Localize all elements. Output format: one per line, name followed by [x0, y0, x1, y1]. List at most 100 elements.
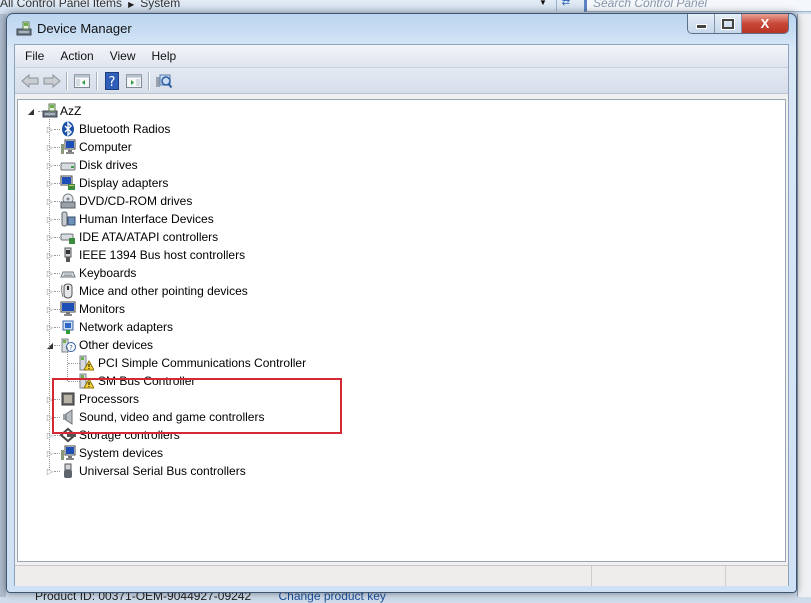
show-hide-action-pane-button[interactable] — [123, 70, 145, 92]
tree-node-root[interactable]: ◢ AzZ — [18, 102, 778, 120]
tree-node-label[interactable]: DVD/CD-ROM drives — [79, 192, 192, 210]
tree-node-label[interactable]: IDE ATA/ATAPI controllers — [79, 228, 218, 246]
expand-arrow-icon[interactable]: ▷ — [46, 323, 54, 332]
breadcrumb-separator-icon[interactable]: ▶ — [128, 0, 134, 9]
computer-icon — [60, 139, 76, 155]
show-hide-console-tree-button[interactable] — [71, 70, 93, 92]
tree-node-category[interactable]: ▷ Universal Serial Bus controllers — [18, 462, 778, 480]
toolbar: ? — [15, 68, 788, 94]
expand-arrow-icon[interactable]: ▷ — [46, 287, 54, 296]
tree-node-label[interactable]: Human Interface Devices — [79, 210, 214, 228]
tree-node-device[interactable]: PCI Simple Communications Controller — [18, 354, 778, 372]
tree-connector-line — [67, 347, 68, 381]
tree-node-category[interactable]: ▷ Mice and other pointing devices — [18, 282, 778, 300]
title-bar[interactable]: Device Manager X — [7, 14, 796, 44]
toolbar-separator — [96, 71, 98, 90]
tree-node-category[interactable]: ▷ Bluetooth Radios — [18, 120, 778, 138]
tree-node-label[interactable]: Disk drives — [79, 156, 138, 174]
status-bar — [15, 565, 788, 586]
status-pane — [15, 566, 592, 586]
usb-icon — [60, 463, 76, 479]
tree-node-category[interactable]: ▷ Monitors — [18, 300, 778, 318]
close-icon: X — [760, 16, 770, 31]
expand-arrow-icon[interactable]: ▷ — [46, 143, 54, 152]
bluetooth-icon — [60, 121, 76, 137]
tree-node-category[interactable]: ▷ Keyboards — [18, 264, 778, 282]
hid-icon — [60, 211, 76, 227]
firewire-icon — [60, 247, 76, 263]
tree-node-category[interactable]: ▷ Disk drives — [18, 156, 778, 174]
display-adapter-icon — [60, 175, 76, 191]
back-arrow-icon — [21, 73, 39, 88]
background-window-edge — [797, 14, 811, 597]
device-tree[interactable]: ◢ AzZ ▷ Bluetooth Radios ▷ Computer ▷ Disk driv… — [17, 99, 786, 562]
tree-node-label[interactable]: Display adapters — [79, 174, 168, 192]
monitor-icon — [60, 301, 76, 317]
tree-node-category[interactable]: ▷ Human Interface Devices — [18, 210, 778, 228]
annotation-highlight-box — [52, 378, 342, 434]
tree-node-label[interactable]: Mice and other pointing devices — [79, 282, 248, 300]
menu-action[interactable]: Action — [52, 45, 101, 67]
menu-view[interactable]: View — [102, 45, 144, 67]
collapse-arrow-icon[interactable]: ◢ — [27, 107, 35, 116]
breadcrumb-item[interactable]: All Control Panel Items — [0, 0, 122, 10]
tree-node-label[interactable]: Network adapters — [79, 318, 173, 336]
tree-node-category[interactable]: ▷ Network adapters — [18, 318, 778, 336]
expand-arrow-icon[interactable]: ▷ — [46, 125, 54, 134]
expand-arrow-icon[interactable]: ▷ — [46, 269, 54, 278]
menu-file[interactable]: File — [15, 45, 52, 67]
close-button[interactable]: X — [742, 14, 788, 33]
expand-arrow-icon[interactable]: ▷ — [46, 467, 54, 476]
mouse-icon — [60, 283, 76, 299]
device-manager-window: Device Manager X File Action View Help ?… — [6, 13, 797, 593]
scan-hardware-icon — [156, 74, 173, 88]
expand-arrow-icon[interactable]: ▷ — [46, 233, 54, 242]
background-search-input[interactable]: Search Control Panel — [584, 0, 811, 12]
tree-node-category[interactable]: ▷ DVD/CD-ROM drives — [18, 192, 778, 210]
background-address-bar: All Control Panel Items ▶ System ▼ ⇄ Searc… — [0, 0, 811, 14]
tree-node-category[interactable]: ▷ System devices — [18, 444, 778, 462]
tree-node-category[interactable]: ▷ IEEE 1394 Bus host controllers — [18, 246, 778, 264]
expand-arrow-icon[interactable]: ▷ — [46, 179, 54, 188]
tree-node-label[interactable]: IEEE 1394 Bus host controllers — [79, 246, 245, 264]
minimize-button[interactable] — [688, 14, 715, 33]
help-icon: ? — [105, 71, 119, 90]
expand-arrow-icon[interactable]: ▷ — [46, 305, 54, 314]
computer-root-icon — [42, 103, 58, 119]
refresh-icon[interactable]: ⇄ — [556, 0, 575, 11]
forward-button[interactable] — [41, 70, 63, 92]
menu-help[interactable]: Help — [144, 45, 185, 67]
tree-node-label[interactable]: System devices — [79, 444, 163, 462]
tree-node-label[interactable]: Monitors — [79, 300, 125, 318]
expand-arrow-icon[interactable]: ▷ — [46, 197, 54, 206]
tree-node-label[interactable]: Bluetooth Radios — [79, 120, 170, 138]
back-button[interactable] — [19, 70, 41, 92]
tree-node-label[interactable]: Keyboards — [79, 264, 136, 282]
tree-node-label[interactable]: Other devices — [79, 336, 153, 354]
tree-node-category[interactable]: ▷ Display adapters — [18, 174, 778, 192]
expand-arrow-icon[interactable]: ▷ — [46, 161, 54, 170]
scan-hardware-button[interactable] — [153, 70, 175, 92]
expand-arrow-icon[interactable]: ▷ — [46, 215, 54, 224]
tree-node-category[interactable]: ▷ IDE ATA/ATAPI controllers — [18, 228, 778, 246]
tree-node-category[interactable]: ◢? Other devices — [18, 336, 778, 354]
device-manager-icon — [16, 21, 32, 37]
tree-node-label[interactable]: Universal Serial Bus controllers — [79, 462, 246, 480]
unknown-device-icon: ? — [60, 337, 76, 353]
tree-node-label[interactable]: Computer — [79, 138, 132, 156]
maximize-button[interactable] — [715, 14, 742, 33]
address-dropdown-icon[interactable]: ▼ — [535, 0, 551, 10]
tree-node-category[interactable]: ▷ Computer — [18, 138, 778, 156]
status-pane — [592, 566, 726, 586]
svg-text:?: ? — [69, 344, 73, 352]
menu-bar: File Action View Help — [15, 45, 788, 68]
expand-arrow-icon[interactable]: ▷ — [46, 251, 54, 260]
tree-node-label[interactable]: AzZ — [60, 102, 81, 120]
maximize-icon — [721, 17, 735, 30]
help-button[interactable]: ? — [101, 70, 123, 92]
collapse-arrow-icon[interactable]: ◢ — [46, 341, 54, 350]
expand-arrow-icon[interactable]: ▷ — [46, 449, 54, 458]
breadcrumb-item[interactable]: System — [140, 0, 180, 10]
keyboard-icon — [60, 265, 76, 281]
tree-node-label[interactable]: PCI Simple Communications Controller — [98, 354, 306, 372]
